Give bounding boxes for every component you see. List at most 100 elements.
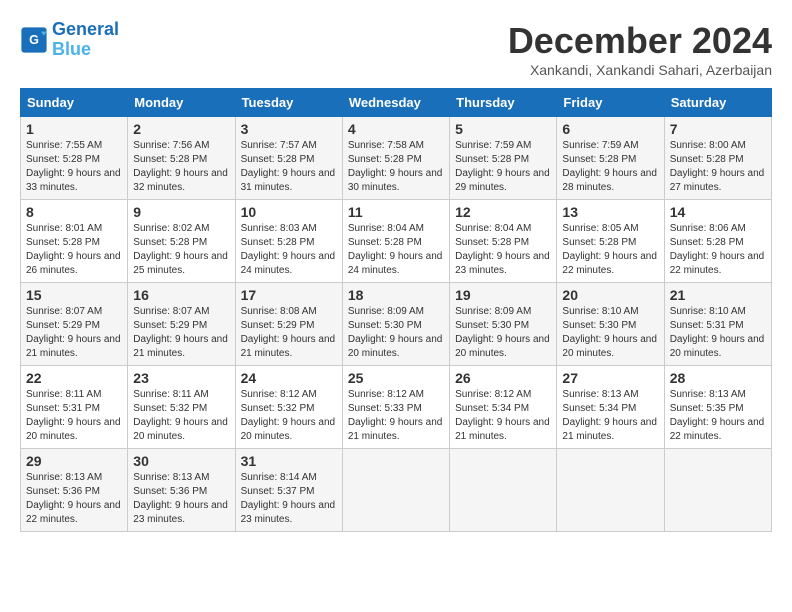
daylight-label: Daylight: 9 hours and 20 minutes. (562, 334, 657, 359)
sunrise-label: Sunrise: 8:11 AM (133, 389, 208, 400)
daylight-label: Daylight: 9 hours and 23 minutes. (241, 500, 336, 525)
sunset-label: Sunset: 5:35 PM (670, 403, 744, 414)
logo-icon: G (20, 26, 48, 54)
day-info: Sunrise: 8:12 AM Sunset: 5:34 PM Dayligh… (455, 388, 551, 444)
day-number: 10 (241, 204, 337, 220)
sunrise-label: Sunrise: 8:09 AM (455, 306, 531, 317)
sunrise-label: Sunrise: 8:09 AM (348, 306, 424, 317)
day-number: 24 (241, 370, 337, 386)
sunrise-label: Sunrise: 7:56 AM (133, 140, 209, 151)
sunset-label: Sunset: 5:37 PM (241, 486, 315, 497)
sunset-label: Sunset: 5:28 PM (670, 237, 744, 248)
daylight-label: Daylight: 9 hours and 21 minutes. (562, 417, 657, 442)
daylight-label: Daylight: 9 hours and 22 minutes. (670, 251, 765, 276)
day-info: Sunrise: 8:12 AM Sunset: 5:33 PM Dayligh… (348, 388, 444, 444)
calendar-cell: 30 Sunrise: 8:13 AM Sunset: 5:36 PM Dayl… (128, 449, 235, 532)
calendar-cell: 29 Sunrise: 8:13 AM Sunset: 5:36 PM Dayl… (21, 449, 128, 532)
calendar-cell (557, 449, 664, 532)
calendar-cell: 5 Sunrise: 7:59 AM Sunset: 5:28 PM Dayli… (450, 117, 557, 200)
daylight-label: Daylight: 9 hours and 33 minutes. (26, 168, 121, 193)
sunrise-label: Sunrise: 7:59 AM (455, 140, 531, 151)
day-info: Sunrise: 8:03 AM Sunset: 5:28 PM Dayligh… (241, 222, 337, 278)
daylight-label: Daylight: 9 hours and 21 minutes. (133, 334, 228, 359)
sunrise-label: Sunrise: 8:13 AM (133, 472, 209, 483)
day-number: 3 (241, 121, 337, 137)
calendar-cell (664, 449, 771, 532)
day-number: 16 (133, 287, 229, 303)
calendar-cell: 1 Sunrise: 7:55 AM Sunset: 5:28 PM Dayli… (21, 117, 128, 200)
day-info: Sunrise: 8:13 AM Sunset: 5:36 PM Dayligh… (133, 471, 229, 527)
calendar-week-row: 1 Sunrise: 7:55 AM Sunset: 5:28 PM Dayli… (21, 117, 772, 200)
sunrise-label: Sunrise: 8:13 AM (562, 389, 638, 400)
sunset-label: Sunset: 5:29 PM (241, 320, 315, 331)
day-info: Sunrise: 8:07 AM Sunset: 5:29 PM Dayligh… (26, 305, 122, 361)
calendar-cell: 7 Sunrise: 8:00 AM Sunset: 5:28 PM Dayli… (664, 117, 771, 200)
day-info: Sunrise: 8:04 AM Sunset: 5:28 PM Dayligh… (455, 222, 551, 278)
page-header: G GeneralBlue December 2024 Xankandi, Xa… (20, 20, 772, 78)
daylight-label: Daylight: 9 hours and 20 minutes. (133, 417, 228, 442)
day-number: 6 (562, 121, 658, 137)
calendar-cell: 4 Sunrise: 7:58 AM Sunset: 5:28 PM Dayli… (342, 117, 449, 200)
calendar-week-row: 22 Sunrise: 8:11 AM Sunset: 5:31 PM Dayl… (21, 366, 772, 449)
daylight-label: Daylight: 9 hours and 23 minutes. (133, 500, 228, 525)
day-info: Sunrise: 8:10 AM Sunset: 5:30 PM Dayligh… (562, 305, 658, 361)
day-info: Sunrise: 8:05 AM Sunset: 5:28 PM Dayligh… (562, 222, 658, 278)
day-info: Sunrise: 8:12 AM Sunset: 5:32 PM Dayligh… (241, 388, 337, 444)
daylight-label: Daylight: 9 hours and 20 minutes. (241, 417, 336, 442)
location-subtitle: Xankandi, Xankandi Sahari, Azerbaijan (508, 62, 772, 78)
day-number: 13 (562, 204, 658, 220)
daylight-label: Daylight: 9 hours and 28 minutes. (562, 168, 657, 193)
sunrise-label: Sunrise: 8:13 AM (670, 389, 746, 400)
calendar-cell: 12 Sunrise: 8:04 AM Sunset: 5:28 PM Dayl… (450, 200, 557, 283)
sunrise-label: Sunrise: 8:10 AM (670, 306, 746, 317)
sunrise-label: Sunrise: 8:07 AM (133, 306, 209, 317)
day-number: 11 (348, 204, 444, 220)
daylight-label: Daylight: 9 hours and 27 minutes. (670, 168, 765, 193)
day-info: Sunrise: 8:09 AM Sunset: 5:30 PM Dayligh… (455, 305, 551, 361)
calendar-header-row: Sunday Monday Tuesday Wednesday Thursday… (21, 89, 772, 117)
sunset-label: Sunset: 5:29 PM (26, 320, 100, 331)
day-number: 20 (562, 287, 658, 303)
daylight-label: Daylight: 9 hours and 26 minutes. (26, 251, 121, 276)
day-number: 17 (241, 287, 337, 303)
calendar-cell: 6 Sunrise: 7:59 AM Sunset: 5:28 PM Dayli… (557, 117, 664, 200)
calendar-cell: 31 Sunrise: 8:14 AM Sunset: 5:37 PM Dayl… (235, 449, 342, 532)
sunrise-label: Sunrise: 8:12 AM (241, 389, 317, 400)
day-info: Sunrise: 8:10 AM Sunset: 5:31 PM Dayligh… (670, 305, 766, 361)
col-tuesday: Tuesday (235, 89, 342, 117)
day-info: Sunrise: 7:56 AM Sunset: 5:28 PM Dayligh… (133, 139, 229, 195)
calendar-cell: 15 Sunrise: 8:07 AM Sunset: 5:29 PM Dayl… (21, 283, 128, 366)
sunrise-label: Sunrise: 8:00 AM (670, 140, 746, 151)
day-number: 30 (133, 453, 229, 469)
calendar-cell: 10 Sunrise: 8:03 AM Sunset: 5:28 PM Dayl… (235, 200, 342, 283)
sunrise-label: Sunrise: 8:05 AM (562, 223, 638, 234)
calendar-cell: 19 Sunrise: 8:09 AM Sunset: 5:30 PM Dayl… (450, 283, 557, 366)
sunrise-label: Sunrise: 7:59 AM (562, 140, 638, 151)
day-info: Sunrise: 8:08 AM Sunset: 5:29 PM Dayligh… (241, 305, 337, 361)
calendar-cell: 22 Sunrise: 8:11 AM Sunset: 5:31 PM Dayl… (21, 366, 128, 449)
day-info: Sunrise: 7:58 AM Sunset: 5:28 PM Dayligh… (348, 139, 444, 195)
day-info: Sunrise: 8:11 AM Sunset: 5:31 PM Dayligh… (26, 388, 122, 444)
daylight-label: Daylight: 9 hours and 25 minutes. (133, 251, 228, 276)
calendar-cell: 13 Sunrise: 8:05 AM Sunset: 5:28 PM Dayl… (557, 200, 664, 283)
daylight-label: Daylight: 9 hours and 23 minutes. (455, 251, 550, 276)
sunrise-label: Sunrise: 8:13 AM (26, 472, 102, 483)
calendar-cell: 11 Sunrise: 8:04 AM Sunset: 5:28 PM Dayl… (342, 200, 449, 283)
daylight-label: Daylight: 9 hours and 22 minutes. (562, 251, 657, 276)
col-friday: Friday (557, 89, 664, 117)
sunset-label: Sunset: 5:36 PM (26, 486, 100, 497)
sunset-label: Sunset: 5:28 PM (26, 237, 100, 248)
sunset-label: Sunset: 5:34 PM (455, 403, 529, 414)
day-number: 21 (670, 287, 766, 303)
sunset-label: Sunset: 5:28 PM (133, 154, 207, 165)
sunrise-label: Sunrise: 8:14 AM (241, 472, 317, 483)
day-number: 25 (348, 370, 444, 386)
daylight-label: Daylight: 9 hours and 21 minutes. (26, 334, 121, 359)
daylight-label: Daylight: 9 hours and 20 minutes. (348, 334, 443, 359)
calendar-week-row: 15 Sunrise: 8:07 AM Sunset: 5:29 PM Dayl… (21, 283, 772, 366)
calendar-cell: 20 Sunrise: 8:10 AM Sunset: 5:30 PM Dayl… (557, 283, 664, 366)
sunrise-label: Sunrise: 7:57 AM (241, 140, 317, 151)
sunset-label: Sunset: 5:29 PM (133, 320, 207, 331)
sunset-label: Sunset: 5:30 PM (562, 320, 636, 331)
day-number: 8 (26, 204, 122, 220)
